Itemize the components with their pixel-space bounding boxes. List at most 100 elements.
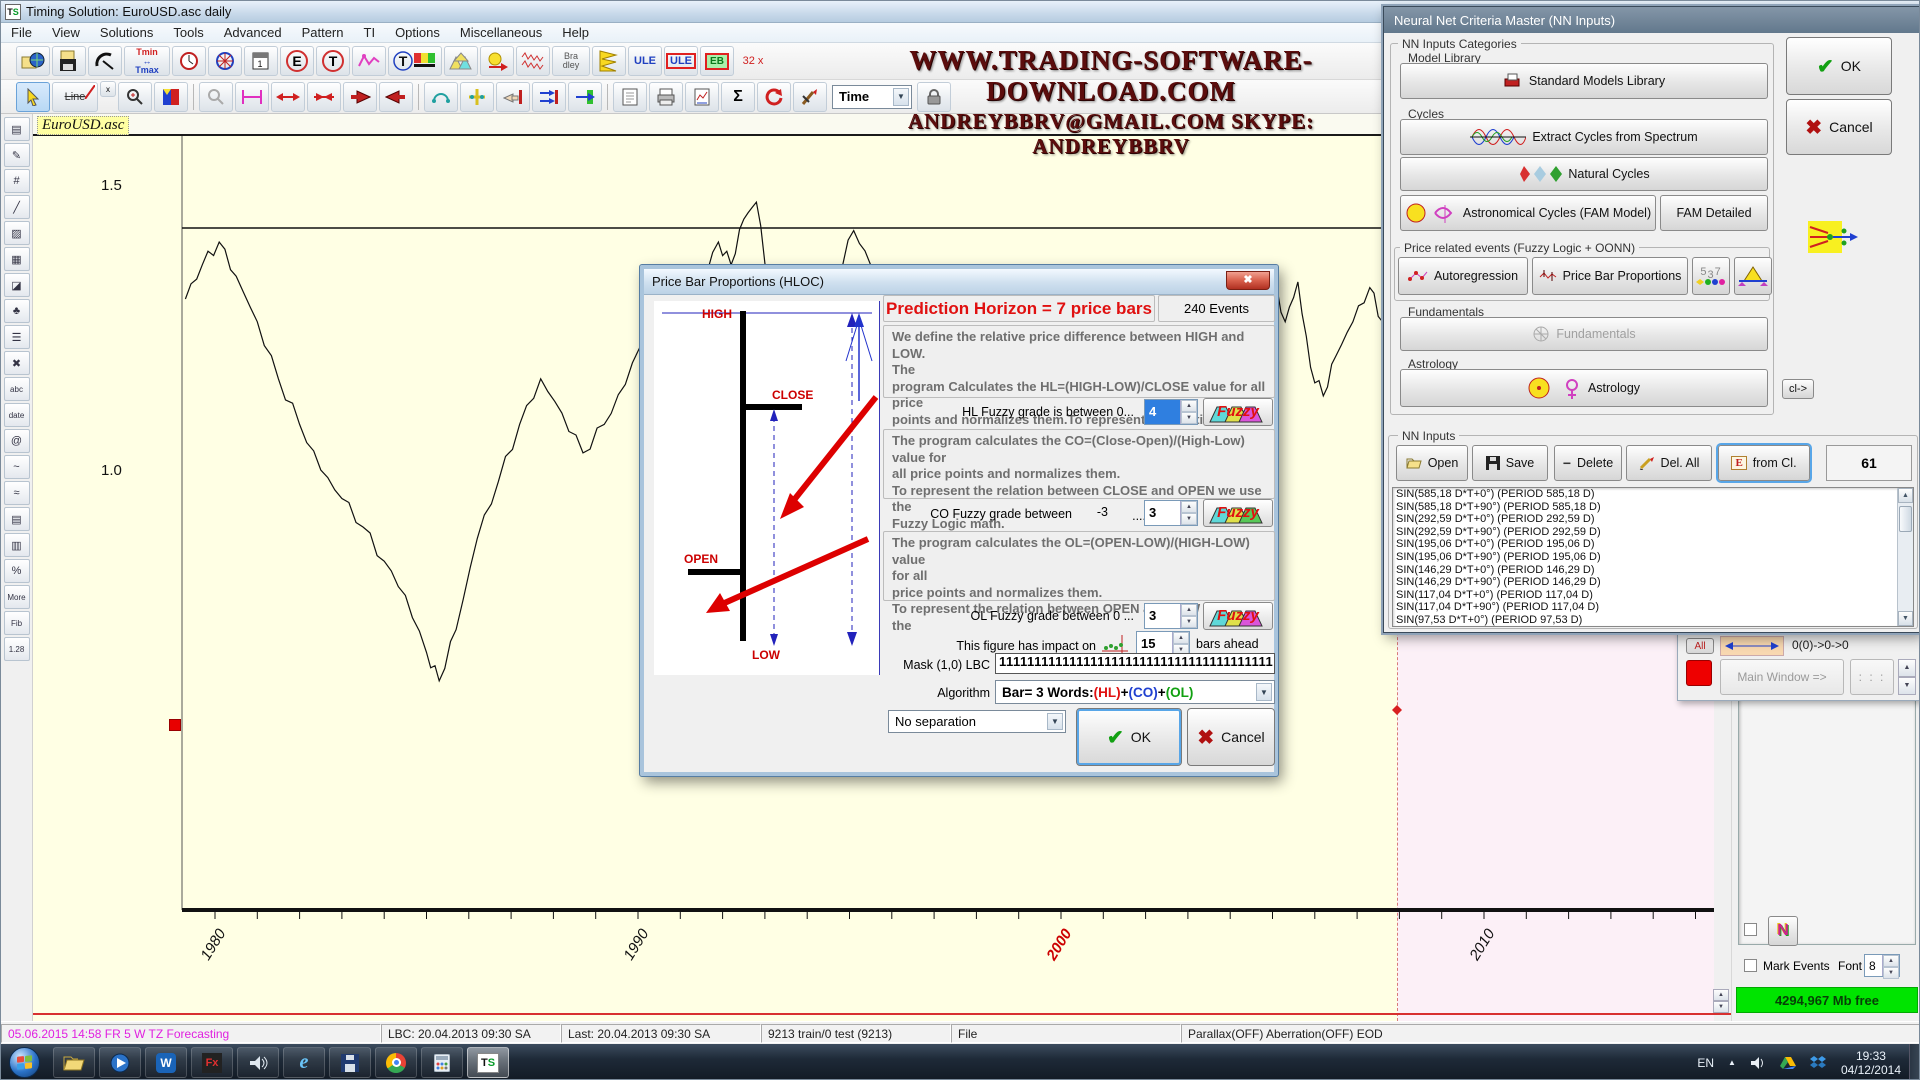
menu-miscellaneous[interactable]: Miscellaneous	[450, 24, 552, 41]
nn-panel-title-bar[interactable]: Neural Net Criteria Master (NN Inputs)	[1384, 7, 1920, 33]
list-item[interactable]: SIN(117,04 D*T+90°) (PERIOD 117,04 D)	[1393, 601, 1913, 614]
settings-brush-button[interactable]	[793, 82, 827, 112]
hl-fuzzy-button[interactable]: Fuzzy	[1203, 398, 1273, 426]
nn-inputs-list[interactable]: ▲ ▼ SIN(585,18 D*T+0°) (PERIOD 585,18 D)…	[1392, 487, 1914, 627]
harmonics-button[interactable]	[516, 46, 550, 76]
grid-tool-button[interactable]: ▦	[4, 247, 30, 271]
mini-spinner[interactable]: ▲▼	[1713, 989, 1729, 1013]
extract-cycles-button[interactable]: Extract Cycles from Spectrum	[1400, 119, 1768, 155]
edit-button[interactable]: ✎	[4, 143, 30, 167]
tray-volume-icon[interactable]	[1750, 1056, 1766, 1070]
natural-cycles-button[interactable]: Natural Cycles	[1400, 157, 1768, 191]
numbers-events-button[interactable]: 537	[1692, 257, 1730, 295]
menu-pattern[interactable]: Pattern	[292, 24, 354, 41]
wheel-button[interactable]	[208, 46, 242, 76]
expand-button[interactable]	[271, 82, 305, 112]
sup-x-button[interactable]: x	[100, 81, 116, 97]
ephemeris-t-button[interactable]: T	[316, 46, 350, 76]
clock-button[interactable]	[172, 46, 206, 76]
calendar-button[interactable]: 1	[244, 46, 278, 76]
fuzzy-shape-button[interactable]	[1734, 257, 1772, 295]
co-fuzzy-button[interactable]: Fuzzy	[1203, 499, 1273, 527]
n-model-button[interactable]: N	[1768, 916, 1798, 946]
ephemeris-e-button[interactable]: E	[280, 46, 314, 76]
close-icon[interactable]: ✖	[1226, 271, 1270, 290]
more-button[interactable]: More	[4, 585, 30, 609]
font-spinner[interactable]: 8▲▼	[1864, 954, 1900, 977]
ok-button[interactable]: ✔OK	[1076, 708, 1182, 766]
percent-button[interactable]: %	[4, 559, 30, 583]
dock-checkbox-1[interactable]	[1744, 923, 1757, 936]
standard-models-button[interactable]: Standard Models Library	[1400, 63, 1768, 99]
scroll-up-icon[interactable]: ▲	[1898, 488, 1913, 503]
menu-file[interactable]: File	[1, 24, 42, 41]
color-swatch[interactable]	[1686, 660, 1712, 686]
taskbar-chrome[interactable]	[375, 1047, 417, 1078]
taskbar-webmoney[interactable]: W	[145, 1047, 187, 1078]
abc-label-button[interactable]: abc	[4, 377, 30, 401]
nn-from-cl-button[interactable]: E from Cl.	[1718, 445, 1810, 481]
mask-input[interactable]: 111111111111111111111111111111111111111	[995, 653, 1275, 674]
taskbar-calculator[interactable]	[421, 1047, 463, 1078]
scroll-thumb[interactable]	[1899, 506, 1912, 532]
globe-button[interactable]: @	[4, 429, 30, 453]
list-item[interactable]: SIN(195,06 D*T+90°) (PERIOD 195,06 D)	[1393, 551, 1913, 564]
strip-spinner[interactable]: ▲ ▼	[1898, 659, 1916, 695]
leaf-tool-button[interactable]: ♣	[4, 299, 30, 323]
report-button[interactable]	[613, 82, 647, 112]
nn-cancel-button[interactable]: ✖Cancel	[1786, 99, 1892, 155]
astrology-button[interactable]: Astrology	[1400, 369, 1768, 407]
zoom-in-button[interactable]	[118, 82, 152, 112]
dialog-title-bar[interactable]: Price Bar Proportions (HLOC)	[644, 269, 1274, 295]
list-item[interactable]: SIN(585,18 D*T+0°) (PERIOD 585,18 D)	[1393, 488, 1913, 501]
line-button[interactable]: Line	[52, 82, 98, 112]
nn-delete-button[interactable]: −Delete	[1554, 445, 1622, 481]
astronomical-cycles-button[interactable]: Astronomical Cycles (FAM Model)	[1400, 195, 1656, 231]
list-item[interactable]: SIN(117,04 D*T+0°) (PERIOD 117,04 D)	[1393, 589, 1913, 602]
cancel-button[interactable]: ✖Cancel	[1187, 708, 1275, 766]
eb-button[interactable]: EB	[700, 46, 734, 76]
book-button[interactable]: ▥	[4, 533, 30, 557]
tray-hidden-icons[interactable]: ▲	[1728, 1058, 1736, 1067]
ule-editor-button[interactable]: ULE	[664, 46, 698, 76]
taskbar-floppy-app[interactable]	[329, 1047, 371, 1078]
pointer-button[interactable]	[16, 82, 50, 112]
tray-language[interactable]: EN	[1697, 1056, 1714, 1070]
tray-gdrive-icon[interactable]	[1780, 1056, 1796, 1070]
hl-grade-spinner[interactable]: 4▲▼	[1144, 399, 1198, 425]
panel-button[interactable]: ▤	[4, 117, 30, 141]
notes-button[interactable]: ▤	[4, 507, 30, 531]
hand-cursor-button[interactable]	[496, 82, 530, 112]
separation-dropdown[interactable]: No separation▼	[888, 710, 1066, 733]
chart-report-button[interactable]	[685, 82, 719, 112]
nn-delete-all-button[interactable]: Del. All	[1626, 445, 1712, 481]
taskbar-fx-app[interactable]: Fx	[191, 1047, 233, 1078]
menu-options[interactable]: Options	[385, 24, 450, 41]
autoregression-button[interactable]: Autoregression	[1398, 257, 1528, 295]
taskbar-volume-mixer[interactable]	[237, 1047, 279, 1078]
time-dropdown[interactable]: Time▼	[829, 82, 915, 112]
width-marker-button[interactable]	[235, 82, 269, 112]
wave-button[interactable]	[352, 46, 386, 76]
fam-detailed-button[interactable]: FAM Detailed	[1660, 195, 1768, 231]
menu-view[interactable]: View	[42, 24, 90, 41]
list-item[interactable]: SIN(146,29 D*T+90°) (PERIOD 146,29 D)	[1393, 576, 1913, 589]
range-arrow[interactable]	[1720, 636, 1784, 656]
main-window-button[interactable]: Main Window =>	[1720, 659, 1844, 695]
time-tools-button[interactable]: T	[388, 46, 442, 76]
downloader-button[interactable]	[88, 46, 122, 76]
list-item[interactable]: SIN(292,59 D*T+90°) (PERIOD 292,59 D)	[1393, 526, 1913, 539]
time-range-button[interactable]: Tmin↔Tmax	[124, 46, 170, 76]
pass-through-button[interactable]	[568, 82, 602, 112]
taskbar-internet-explorer[interactable]: e	[283, 1047, 325, 1078]
tray-dropbox-icon[interactable]	[1810, 1056, 1826, 1070]
list-item[interactable]: SIN(195,06 D*T+0°) (PERIOD 195,06 D)	[1393, 538, 1913, 551]
save-model-button[interactable]	[52, 46, 86, 76]
all-button[interactable]: All	[1686, 638, 1714, 654]
menu-tools[interactable]: Tools	[163, 24, 213, 41]
step-left-button[interactable]	[379, 82, 413, 112]
align-right-button[interactable]	[532, 82, 566, 112]
mirror-point-button[interactable]	[460, 82, 494, 112]
nn-save-button[interactable]: Save	[1472, 445, 1548, 481]
taskbar-media-player[interactable]	[99, 1047, 141, 1078]
